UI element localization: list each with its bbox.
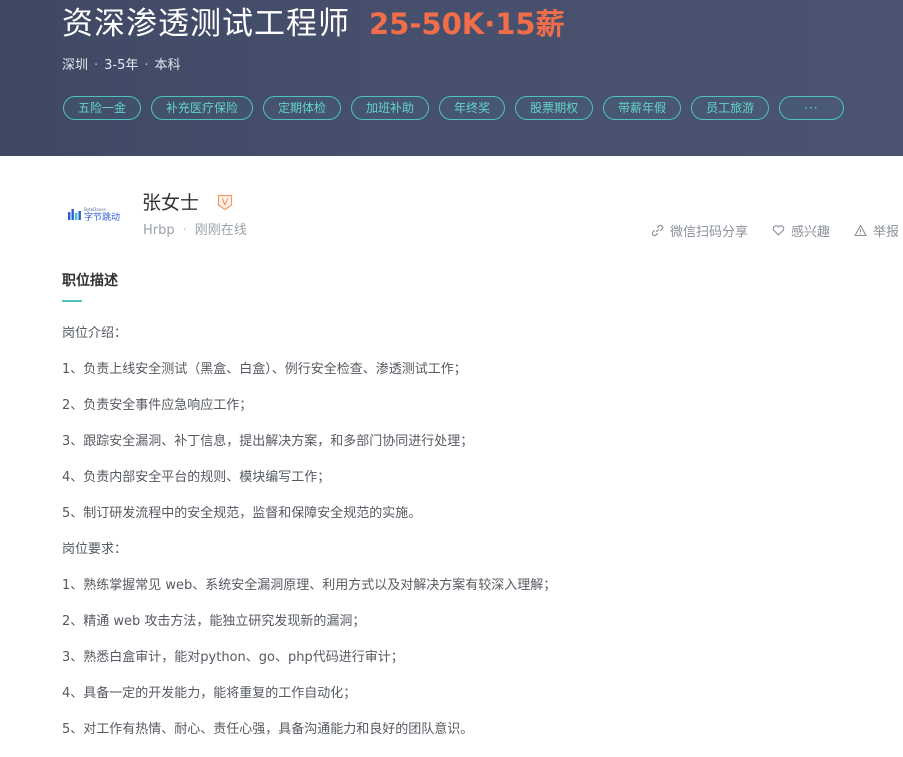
separator: · xyxy=(182,223,187,238)
report-label: 举报 xyxy=(872,225,899,240)
description-line: 1、负责上线安全测试（黑盒、白盒）、例行安全检查、渗透测试工作； xyxy=(62,362,467,377)
warning-icon xyxy=(854,224,867,237)
benefit-tag[interactable]: 年终奖 xyxy=(439,96,506,120)
separator: · xyxy=(94,58,99,73)
description-line: 岗位介绍： xyxy=(62,326,128,341)
job-experience: 3-5年 xyxy=(104,58,139,73)
benefit-tag[interactable]: 带薪年假 xyxy=(603,96,682,120)
link-icon xyxy=(651,224,664,237)
section-title: 职位描述 xyxy=(62,273,118,289)
description-line: 岗位要求： xyxy=(62,542,128,557)
job-header: 资深渗透测试工程师 25-50K·15薪 深圳 · 3-5年 · 本科 五险一金 补充医疗… xyxy=(0,0,903,156)
description-line: 4、具备一定的开发能力，能将重复的工作自动化； xyxy=(62,686,357,701)
logo-text: 字节跳动 xyxy=(84,211,120,223)
separator: · xyxy=(144,58,149,73)
share-label: 微信扫码分享 xyxy=(669,225,748,240)
description-line: 3、跟踪安全漏洞、补丁信息，提出解决方案，和多部门协同进行处理； xyxy=(62,434,474,449)
description-line: 2、负责安全事件应急响应工作； xyxy=(62,398,253,413)
heart-icon xyxy=(772,225,785,236)
verified-badge-text: V xyxy=(222,198,229,208)
salary: 25-50K·15薪 xyxy=(369,7,565,41)
bytedance-bars-icon xyxy=(68,209,81,220)
description-line: 2、精通 web 攻击方法，能独立研究发现新的漏洞； xyxy=(62,614,366,629)
benefit-tag[interactable]: 定期体检 xyxy=(263,96,342,120)
job-education: 本科 xyxy=(154,58,181,73)
benefit-tag[interactable]: 股票期权 xyxy=(515,96,594,120)
description-line: 5、制订研发流程中的安全规范，监督和保障安全规范的实施。 xyxy=(62,506,422,521)
job-title: 资深渗透测试工程师 xyxy=(62,6,350,42)
description-line: 1、熟练掌握常见 web、系统安全漏洞原理、利用方式以及对解决方案有较深入理解； xyxy=(62,578,557,593)
action-bar: 微信扫码分享 感兴趣 举报 xyxy=(651,221,899,240)
benefit-tag[interactable]: 补充医疗保险 xyxy=(151,96,254,120)
interest-button[interactable]: 感兴趣 xyxy=(772,221,830,240)
benefit-tag[interactable]: 五险一金 xyxy=(63,96,142,120)
job-meta: 深圳 · 3-5年 · 本科 xyxy=(62,57,181,75)
contact-status: 刚刚在线 xyxy=(194,223,247,238)
share-button[interactable]: 微信扫码分享 xyxy=(651,221,748,240)
verified-badge-icon: V xyxy=(217,194,233,211)
logo-small-text: ByteDance xyxy=(84,207,106,212)
benefit-tag[interactable]: 加班补助 xyxy=(351,96,430,120)
contact-role: Hrbp xyxy=(143,223,175,238)
job-description: 岗位介绍： 1、负责上线安全测试（黑盒、白盒）、例行安全检查、渗透测试工作； 2、负… xyxy=(62,325,556,757)
report-button[interactable]: 举报 xyxy=(854,221,899,240)
description-line: 4、负责内部安全平台的规则、模块编写工作； xyxy=(62,470,331,485)
job-city: 深圳 xyxy=(62,58,89,73)
description-line: 5、对工作有热情、耐心、责任心强，具备沟通能力和良好的团队意识。 xyxy=(62,722,474,737)
contact-meta: Hrbp · 刚刚在线 xyxy=(143,222,247,240)
description-line: 3、熟悉白盒审计，能对python、go、php代码进行审计； xyxy=(62,650,404,665)
company-logo[interactable]: ByteDance 字节跳动 xyxy=(62,200,122,230)
interest-label: 感兴趣 xyxy=(790,225,830,240)
benefit-tag[interactable]: 员工旅游 xyxy=(691,96,770,120)
section-underline xyxy=(62,300,82,302)
contact-name: 张女士 xyxy=(142,192,200,214)
benefit-tags: 五险一金 补充医疗保险 定期体检 加班补助 年终奖 股票期权 带薪年假 员工旅游 ··· xyxy=(63,96,844,120)
benefit-more-button[interactable]: ··· xyxy=(779,96,844,120)
